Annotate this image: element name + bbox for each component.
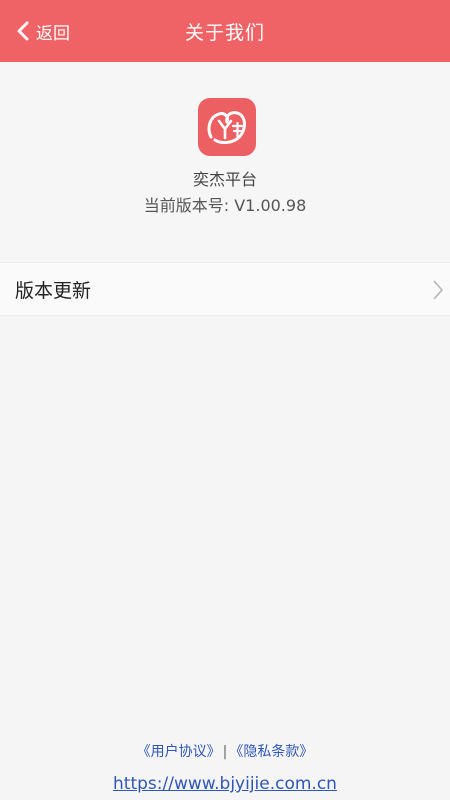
back-button[interactable]: 返回 (14, 16, 70, 46)
app-logo (198, 98, 256, 156)
footer-separator: | (222, 744, 228, 760)
user-agreement-link[interactable]: 《用户协议》 (137, 744, 221, 760)
back-label: 返回 (36, 23, 70, 44)
website-link[interactable]: https://www.bjyijie.com.cn (0, 774, 450, 794)
top-navigation-bar: 返回 关于我们 (0, 0, 450, 62)
version-update-label: 版本更新 (15, 279, 92, 302)
page-title: 关于我们 (184, 21, 265, 44)
version-number: 当前版本号: V1.00.98 (143, 196, 307, 215)
footer-links: 《用户协议》 | 《隐私条款》 (0, 741, 450, 761)
version-update-item[interactable]: 版本更新 (0, 262, 450, 316)
about-us-screen: 返回 关于我们 奕杰平台 当前版本号: V1.00.98 版本更新 《用户协议》… (0, 0, 450, 800)
privacy-policy-link[interactable]: 《隐私条款》 (229, 744, 313, 760)
chevron-right-icon (433, 280, 443, 300)
yijie-logo-icon (207, 111, 246, 144)
chevron-left-icon (17, 21, 29, 41)
app-info-section: 奕杰平台 当前版本号: V1.00.98 (0, 62, 450, 262)
app-name: 奕杰平台 (192, 170, 257, 189)
